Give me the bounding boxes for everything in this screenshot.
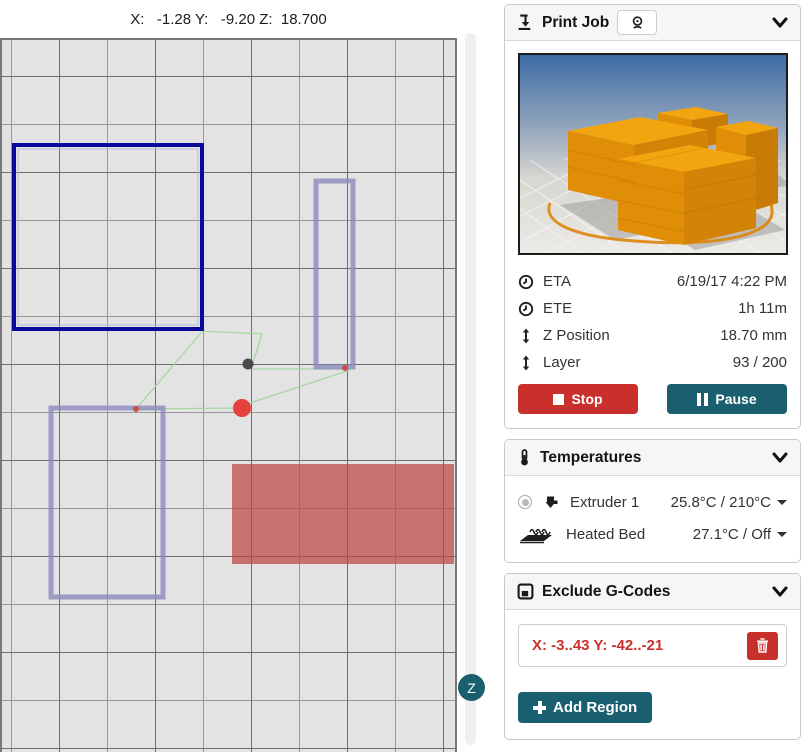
stat-row-z-position: Z Position 18.70 mm bbox=[518, 322, 787, 349]
sidebar: Print Job bbox=[504, 4, 801, 740]
stat-row-eta: ETA 6/19/17 4:22 PM bbox=[518, 268, 787, 295]
octoprint-exclude-region-app: X: -1.28 Y: -9.20 Z: 18.700 bbox=[0, 0, 802, 752]
chevron-down-icon[interactable] bbox=[772, 586, 788, 598]
excluded-region-rect bbox=[232, 464, 454, 564]
clock-icon bbox=[518, 301, 534, 317]
retraction-dot bbox=[133, 406, 139, 412]
stat-value: 18.70 mm bbox=[720, 327, 787, 344]
webcam-button[interactable] bbox=[617, 10, 657, 35]
stat-value: 93 / 200 bbox=[733, 354, 787, 371]
trash-icon bbox=[756, 638, 769, 653]
plus-icon bbox=[533, 701, 546, 714]
print-job-icon bbox=[517, 14, 534, 31]
stat-label: ETA bbox=[543, 273, 571, 290]
print-bed-canvas[interactable] bbox=[0, 38, 457, 752]
exclude-region-icon bbox=[517, 583, 534, 600]
temp-row-heated-bed: Heated Bed 27.1°C / Off bbox=[518, 518, 787, 550]
stat-row-ete: ETE 1h 11m bbox=[518, 295, 787, 322]
extruder-radio[interactable] bbox=[518, 495, 532, 509]
selected-region-rect bbox=[14, 145, 202, 329]
exclude-gcodes-title: Exclude G-Codes bbox=[542, 583, 670, 601]
delete-region-button[interactable] bbox=[747, 632, 778, 660]
pause-icon bbox=[697, 393, 708, 406]
temperatures-header: Temperatures bbox=[505, 440, 800, 476]
chevron-down-icon[interactable] bbox=[772, 17, 788, 29]
temp-row-extruder: Extruder 1 25.8°C / 210°C bbox=[518, 486, 787, 518]
caret-down-icon bbox=[777, 500, 787, 505]
print-job-stats: ETA 6/19/17 4:22 PM ETE 1h 11m bbox=[518, 268, 787, 376]
caret-down-icon bbox=[777, 532, 787, 537]
extruder-temp-dropdown[interactable]: 25.8°C / 210°C bbox=[671, 494, 787, 511]
z-slider-handle[interactable]: Z bbox=[458, 674, 485, 701]
z-height-icon bbox=[518, 328, 534, 344]
temp-label: Heated Bed bbox=[566, 526, 645, 543]
temperatures-title: Temperatures bbox=[540, 449, 641, 467]
exclude-gcodes-header: Exclude G-Codes bbox=[505, 574, 800, 610]
z-height-icon bbox=[518, 355, 534, 371]
stat-value: 1h 11m bbox=[738, 300, 787, 317]
chevron-down-icon[interactable] bbox=[772, 452, 788, 464]
retraction-dot bbox=[342, 365, 348, 371]
excluded-region-item[interactable]: X: -3..43 Y: -42..-21 bbox=[518, 624, 787, 667]
heated-bed-icon bbox=[518, 525, 556, 544]
stat-value: 6/19/17 4:22 PM bbox=[677, 273, 787, 290]
heated-bed-temp-dropdown[interactable]: 27.1°C / Off bbox=[693, 526, 787, 543]
position-readout: X: -1.28 Y: -9.20 Z: 18.700 bbox=[0, 11, 457, 28]
print-job-header: Print Job bbox=[505, 5, 800, 41]
add-region-button[interactable]: Add Region bbox=[518, 692, 652, 723]
stat-label: Layer bbox=[543, 354, 581, 371]
webcam-icon bbox=[630, 15, 645, 30]
z-slider-track[interactable] bbox=[465, 33, 476, 745]
pause-button[interactable]: Pause bbox=[667, 384, 787, 414]
excluded-region-label: X: -3..43 Y: -42..-21 bbox=[532, 637, 663, 654]
print-job-title: Print Job bbox=[542, 14, 609, 32]
stat-label: ETE bbox=[543, 300, 572, 317]
clock-icon bbox=[518, 274, 534, 290]
exclude-gcodes-panel: Exclude G-Codes X: -3..43 Y: -42..-21 bbox=[504, 573, 801, 740]
print-job-panel: Print Job bbox=[504, 4, 801, 429]
thermometer-icon bbox=[517, 449, 532, 466]
stop-button[interactable]: Stop bbox=[518, 384, 638, 414]
nozzle-position-dot bbox=[233, 399, 251, 417]
stop-icon bbox=[553, 394, 564, 405]
stat-row-layer: Layer 93 / 200 bbox=[518, 349, 787, 376]
stat-label: Z Position bbox=[543, 327, 610, 344]
temp-label: Extruder 1 bbox=[570, 494, 639, 511]
temperatures-panel: Temperatures Extruder 1 bbox=[504, 439, 801, 563]
extruder-icon bbox=[542, 494, 560, 511]
bed-overlay bbox=[2, 40, 457, 752]
print-preview-image bbox=[518, 53, 788, 255]
origin-dot bbox=[243, 359, 254, 370]
